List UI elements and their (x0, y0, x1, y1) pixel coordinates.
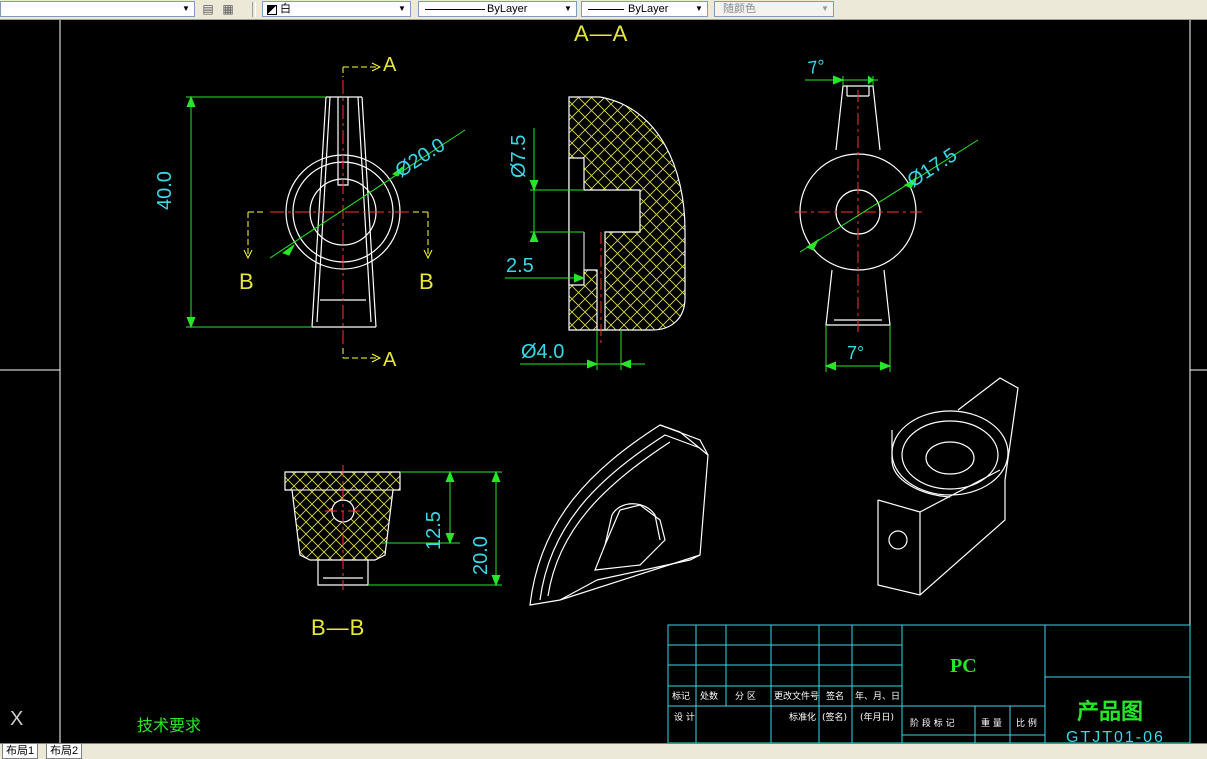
dim-angle-bottom: 7° (847, 343, 865, 363)
layout-tabs: 布局1 布局2 (0, 743, 1207, 759)
chevron-down-icon: ▼ (398, 4, 406, 13)
layer-value: 白 (280, 3, 291, 15)
tb-col-sign: 签名 (826, 692, 845, 702)
plotstyle-value: 随颜色 (723, 3, 756, 15)
chevron-down-icon: ▼ (695, 4, 703, 13)
tb-row-date2: (年月日) (860, 713, 895, 723)
drawing-svg (0, 20, 1207, 743)
top-view-centerlines (795, 90, 922, 335)
linetype-sample-icon (425, 9, 485, 10)
chevron-down-icon: ▼ (821, 4, 829, 13)
linetype-combo[interactable]: ByLayer ▼ (418, 1, 577, 17)
dim-diameter-4: Ø4.0 (521, 341, 565, 363)
drawing-number-text: GTJT01-06 (1066, 729, 1165, 743)
material-text: PC (950, 655, 977, 677)
cut-label-b-right: B (419, 269, 434, 294)
tech-requirements-label: 技术要求 (137, 716, 202, 735)
section-aa-view (568, 96, 686, 331)
layer-states-icon[interactable]: ▦ (219, 1, 237, 17)
tab-layout1[interactable]: 布局1 (2, 744, 39, 759)
plotstyle-combo[interactable]: 随颜色 ▼ (714, 1, 834, 17)
tb-col-count: 处数 (700, 692, 719, 702)
cut-label-a-top: A (383, 54, 397, 76)
lineweight-combo[interactable]: ByLayer ▼ (581, 1, 708, 17)
tb-stage-labels: 阶 段 标 记 (910, 719, 955, 729)
layer-previous-icon[interactable]: ▤ (199, 1, 217, 17)
isometric-view-1 (529, 424, 709, 606)
tab-layout2[interactable]: 布局2 (46, 744, 83, 759)
lineweight-sample-icon (588, 9, 624, 10)
tb-col-mark: 标记 (672, 692, 691, 702)
dim-diameter-7-5: Ø7.5 (508, 134, 530, 178)
section-bb-title: B—B (311, 615, 366, 640)
ucs-x-label: X (10, 708, 24, 730)
tb-col-date: 年、月、日 (855, 692, 901, 702)
layer-combo[interactable]: 白 ▼ (262, 1, 411, 17)
tb-row-standard: 标准化 (789, 713, 817, 723)
tb-row-sign2: (签名) (822, 713, 848, 723)
tb-scale-label: 比 例 (1016, 719, 1037, 729)
cut-label-b-left: B (239, 269, 254, 294)
drawing-canvas[interactable]: A—A A A B B 40.0 Ø20.0 Ø7.5 2.5 Ø4.0 7° … (0, 20, 1207, 743)
color-combo[interactable]: ▼ (0, 1, 195, 17)
linetype-value: ByLayer (487, 3, 528, 15)
properties-toolbar: ▼ ▤ ▦ 白 ▼ ByLayer ▼ ByLayer ▼ 随颜色 ▼ (0, 0, 1207, 20)
dim-12-5: 12.5 (423, 511, 445, 550)
dim-angle-top: 7° (806, 55, 827, 79)
color-swatch-icon (267, 5, 277, 15)
section-aa-title: A—A (574, 21, 629, 46)
dim-2-5: 2.5 (506, 255, 534, 277)
top-view-dimensions (799, 75, 979, 372)
tb-weight-label: 重 量 (981, 719, 1002, 729)
isometric-view-2 (877, 377, 1019, 596)
lineweight-value: ByLayer (628, 3, 669, 15)
tb-col-zone: 分 区 (735, 692, 756, 702)
chevron-down-icon: ▼ (564, 4, 572, 13)
separator (252, 2, 256, 17)
drawing-name-text: 产品图 (1077, 700, 1144, 725)
dim-20: 20.0 (470, 536, 492, 575)
dim-height-40: 40.0 (154, 171, 176, 210)
chevron-down-icon: ▼ (182, 4, 190, 13)
tb-row-design: 设 计 (674, 713, 695, 723)
tb-col-change-doc: 更改文件号 (774, 692, 820, 702)
cut-label-a-bottom: A (383, 349, 397, 371)
